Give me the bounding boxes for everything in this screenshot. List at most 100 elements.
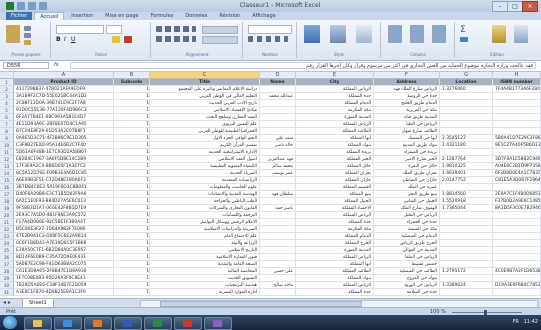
merge-center-button[interactable] xyxy=(202,36,238,44)
taskbar-item-app-2[interactable] xyxy=(204,317,232,330)
table-cell[interactable] xyxy=(260,233,296,240)
table-cell[interactable]: 1.3389024 xyxy=(440,282,493,289)
table-cell[interactable]: فهد عبدالعزيز xyxy=(260,156,296,163)
table-cell[interactable]: أبها حي المنسك xyxy=(374,135,440,142)
table-cell[interactable]: الطائف شارع شهار xyxy=(374,128,440,135)
cut-icon[interactable] xyxy=(24,26,31,31)
worksheet-grid[interactable]: A B C D E F G H 1 Product ID Subcode Title Name City A… xyxy=(0,72,541,298)
redo-icon[interactable] xyxy=(39,2,47,10)
tab-page-layout[interactable]: Mise en page xyxy=(100,12,143,20)
table-cell[interactable]: 2E9A7C1F4B0D6853 xyxy=(493,191,541,198)
table-cell[interactable] xyxy=(493,184,541,191)
tab-view[interactable]: Affichage xyxy=(247,12,281,20)
table-cell[interactable] xyxy=(440,184,493,191)
table-cell[interactable] xyxy=(493,149,541,156)
tab-review[interactable]: Révision xyxy=(214,12,245,20)
table-cell[interactable]: 5D61A0F48B-1E7C93D2A5B807 xyxy=(14,149,114,156)
fill-icon[interactable] xyxy=(460,37,468,42)
start-button[interactable] xyxy=(3,316,17,329)
table-cell[interactable]: 17F3E9A2C4-8B6D05F1A3E7C2 xyxy=(14,163,114,170)
row-header[interactable]: 3 xyxy=(0,93,14,100)
font-name-select[interactable] xyxy=(56,25,104,34)
table-cell[interactable]: 1 xyxy=(114,212,150,219)
table-cell[interactable] xyxy=(260,86,296,93)
table-cell[interactable] xyxy=(493,121,541,128)
table-cell[interactable]: مكة المكرمة xyxy=(296,226,374,233)
table-cell[interactable]: 1 xyxy=(114,135,150,142)
row-header[interactable]: 24 xyxy=(0,240,14,247)
font-color-icon[interactable] xyxy=(124,36,132,43)
table-cell[interactable] xyxy=(260,128,296,135)
table-cell[interactable]: الرياض المملكة xyxy=(296,254,374,261)
table-cell[interactable] xyxy=(440,149,493,156)
table-cell[interactable]: 8A1D5F3C0E7B2946 xyxy=(493,205,541,212)
table-cell[interactable] xyxy=(493,107,541,114)
table-cell[interactable]: الهفوف شارع الملك xyxy=(374,205,440,212)
sort-filter-icon[interactable] xyxy=(492,25,506,43)
formula-input[interactable]: فقد عالجت وزارة التجارة موضوع الحماية من… xyxy=(70,62,536,69)
italic-icon[interactable]: I xyxy=(64,36,66,43)
row-header[interactable]: 28 xyxy=(0,268,14,275)
row-header[interactable]: 7 xyxy=(0,121,14,128)
table-cell[interactable]: الجبيل حي الفناتير xyxy=(374,198,440,205)
table-cell[interactable]: الصحة العامة والتغذية xyxy=(150,261,260,268)
table-cell[interactable]: الرياض المملكة xyxy=(296,212,374,219)
row-header[interactable]: 4 xyxy=(0,100,14,107)
table-cell[interactable]: جدة المملكة xyxy=(296,289,374,296)
table-cell[interactable]: 1.4321180 xyxy=(440,142,493,149)
row-header[interactable]: 13 xyxy=(0,163,14,170)
table-cell[interactable] xyxy=(440,289,493,296)
table-cell[interactable]: ادارة الموارد البشرية xyxy=(150,289,260,296)
table-cell[interactable]: 1.6639401 xyxy=(440,170,493,177)
table-cell[interactable]: الفقه المقارن ومناهج البحث xyxy=(150,114,260,121)
table-cell[interactable]: 1 xyxy=(114,100,150,107)
table-cell[interactable] xyxy=(440,261,493,268)
table-cell[interactable]: 1 xyxy=(114,149,150,156)
tab-file[interactable]: Fichier xyxy=(6,12,33,20)
table-cell[interactable]: الرياض المملكة xyxy=(296,121,374,128)
font-size-select[interactable] xyxy=(106,25,122,34)
table-cell[interactable]: علم الاجتماع العام xyxy=(150,233,260,240)
table-cell[interactable]: 9E1C27A40F5B6D13 xyxy=(493,142,541,149)
table-cell[interactable]: فنون العمارة الاسلامية xyxy=(150,254,260,261)
table-header-cell[interactable]: Name xyxy=(260,79,296,86)
table-cell[interactable]: تبوك المملكة xyxy=(296,142,374,149)
table-cell[interactable]: F17A4D0B6E-92C58E1F3B0A47 xyxy=(14,219,114,226)
table-cell[interactable]: 1.5520918 xyxy=(440,198,493,205)
table-cell[interactable] xyxy=(260,107,296,114)
autosum-icon[interactable]: Σ xyxy=(460,25,466,35)
table-cell[interactable] xyxy=(493,226,541,233)
table-header-cell[interactable]: Subcode xyxy=(114,79,150,86)
table-cell[interactable] xyxy=(260,275,296,282)
table-cell[interactable] xyxy=(493,254,541,261)
table-cell[interactable]: مبادئ الاقتصاد الاسلامي xyxy=(150,107,260,114)
table-cell[interactable]: الاعلام الرقمي ووسائل التواصل xyxy=(150,219,260,226)
table-cell[interactable] xyxy=(260,254,296,261)
table-cell[interactable]: ينبع المملكة xyxy=(296,191,374,198)
row-header[interactable]: 2 xyxy=(0,86,14,93)
table-cell[interactable]: الدمام المملكة xyxy=(296,233,374,240)
table-cell[interactable]: E39A50C7F1-6B2D84A0C3E957 xyxy=(14,247,114,254)
table-cell[interactable]: C81E5A3D0B7F2964 xyxy=(493,177,541,184)
table-cell[interactable] xyxy=(440,121,493,128)
table-cell[interactable]: 1 xyxy=(114,219,150,226)
table-cell[interactable]: 7F4A4B1773A6F2B0 xyxy=(493,86,541,93)
table-cell[interactable] xyxy=(440,107,493,114)
table-cell[interactable]: 9F58B3D1A7-0C6E42F8B1D7E9 xyxy=(14,205,114,212)
maximize-button[interactable]: □ xyxy=(507,1,523,12)
column-header-f[interactable]: F xyxy=(374,72,440,79)
table-cell[interactable] xyxy=(493,114,541,121)
table-cell[interactable]: التعليم العالي في الوطن العربي xyxy=(150,93,260,100)
table-cell[interactable]: 2.3545127 xyxy=(440,135,493,142)
bold-icon[interactable]: B xyxy=(56,36,61,43)
delete-cells-icon[interactable] xyxy=(410,25,424,43)
table-cell[interactable]: الهندسة المدنية والانشاءات xyxy=(150,191,260,198)
insert-cells-icon[interactable] xyxy=(388,25,402,43)
cell-styles-icon[interactable] xyxy=(356,25,372,43)
table-cell[interactable]: 7B29D5A0E6-C18F34B7E2D059 xyxy=(14,282,114,289)
row-header[interactable]: 27 xyxy=(0,261,14,268)
table-cell[interactable]: الترجمة واللسانيات xyxy=(150,212,260,219)
table-cell[interactable]: 1 xyxy=(114,191,150,198)
table-cell[interactable]: الرياضيات المتقدمة xyxy=(150,177,260,184)
table-cell[interactable]: نجران طريق الملك xyxy=(374,170,440,177)
